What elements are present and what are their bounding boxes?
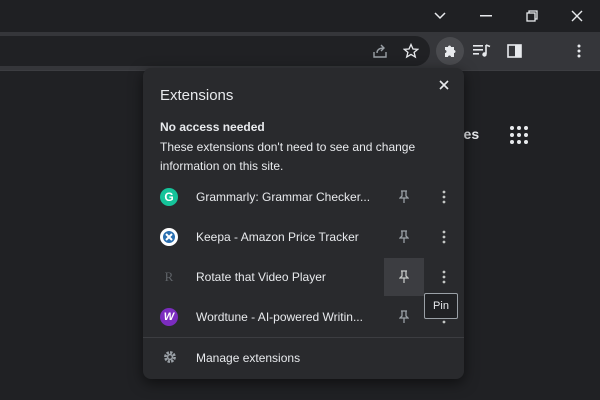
extensions-button[interactable] [436, 37, 464, 65]
section-heading: No access needed [160, 120, 265, 134]
rotate-logo-icon: R [164, 269, 174, 284]
extensions-menu: Extensions No access needed These extens… [143, 68, 464, 379]
more-actions-button[interactable] [432, 258, 456, 296]
extension-name: Grammarly: Grammar Checker... [196, 190, 371, 204]
sidepanel-icon [506, 44, 522, 58]
minimize-button[interactable] [463, 0, 509, 32]
restore-icon [526, 10, 538, 22]
manage-extensions-label: Manage extensions [196, 351, 301, 365]
pin-icon [399, 190, 409, 203]
section-description: These extensions don't need to see and c… [160, 140, 416, 173]
google-apps-icon[interactable] [510, 126, 528, 144]
star-icon [403, 43, 419, 59]
tab-search-button[interactable] [417, 0, 463, 32]
extension-name: Rotate that Video Player [196, 270, 326, 284]
more-vertical-icon [442, 230, 446, 244]
more-vertical-icon [442, 270, 446, 284]
side-panel-button[interactable] [500, 37, 528, 65]
share-button[interactable] [366, 37, 394, 65]
share-icon [373, 44, 387, 58]
wordtune-logo-icon: W [160, 308, 178, 326]
puzzle-icon [445, 45, 456, 57]
gear-icon [164, 351, 176, 363]
more-actions-button[interactable] [432, 218, 456, 256]
close-icon [571, 10, 583, 22]
panel-title: Extensions [160, 87, 234, 104]
media-icon [473, 44, 491, 57]
title-bar [0, 0, 600, 32]
media-controls-button[interactable] [468, 37, 496, 65]
close-icon [439, 80, 449, 90]
bookmark-star-button[interactable] [397, 37, 425, 65]
grammarly-logo-icon: G [160, 188, 178, 206]
extension-row-wordtune[interactable]: W Wordtune - AI-powered Writin... [143, 298, 464, 336]
browser-toolbar [0, 32, 600, 70]
chevron-down-icon [434, 12, 446, 20]
manage-extensions-button[interactable]: Manage extensions [143, 340, 464, 374]
extension-name: Keepa - Amazon Price Tracker [196, 230, 359, 244]
pin-button[interactable] [384, 218, 424, 256]
extension-row-keepa[interactable]: Keepa - Amazon Price Tracker [143, 218, 464, 256]
more-vertical-icon [442, 190, 446, 204]
pin-tooltip: Pin [424, 293, 458, 319]
more-vertical-icon [577, 44, 581, 58]
panel-divider [143, 337, 464, 338]
close-window-button[interactable] [554, 0, 600, 32]
pin-button[interactable] [384, 258, 424, 296]
minimize-icon [480, 15, 492, 17]
more-actions-button[interactable] [432, 178, 456, 216]
extension-row-grammarly[interactable]: G Grammarly: Grammar Checker... [143, 178, 464, 216]
keepa-logo-icon [160, 228, 178, 246]
restore-button[interactable] [509, 0, 555, 32]
chrome-menu-button[interactable] [565, 37, 593, 65]
pin-icon [399, 270, 409, 283]
extension-row-rotate[interactable]: R Rotate that Video Player [143, 258, 464, 296]
close-panel-button[interactable] [433, 74, 455, 96]
pin-icon [399, 310, 409, 323]
extension-name: Wordtune - AI-powered Writin... [196, 310, 363, 324]
pin-icon [399, 230, 409, 243]
pin-button[interactable] [384, 178, 424, 216]
pin-button[interactable] [384, 298, 424, 336]
